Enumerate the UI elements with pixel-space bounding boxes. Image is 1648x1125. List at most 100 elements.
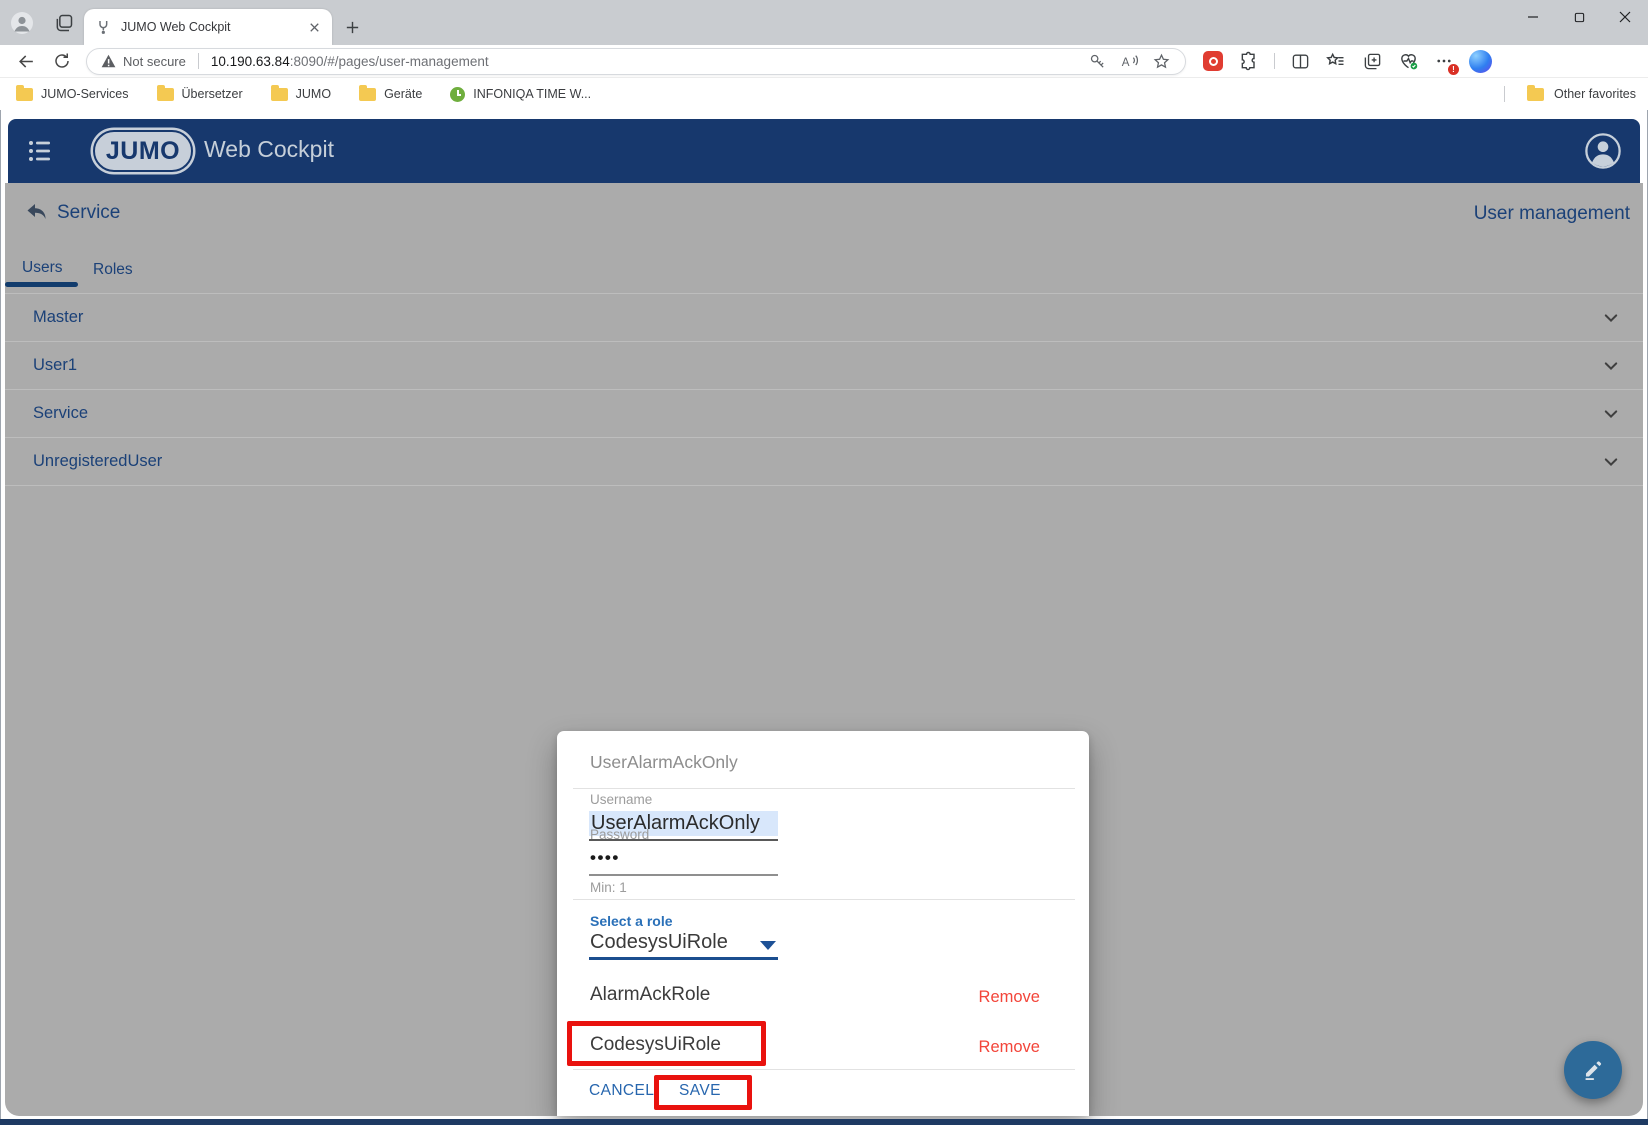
web-page: JUMO Web Cockpit Service User management… <box>5 110 1643 1120</box>
bookmark-label: Geräte <box>384 87 422 101</box>
remove-role-button[interactable]: Remove <box>979 988 1040 1007</box>
annotation-box-save <box>654 1075 752 1110</box>
password-key-icon[interactable] <box>1083 49 1111 73</box>
chevron-down-icon[interactable] <box>1601 405 1621 428</box>
bookmark-folder[interactable]: Übersetzer <box>157 87 243 101</box>
role-select-underline <box>589 957 778 960</box>
chevron-down-icon[interactable] <box>1601 453 1621 476</box>
role-select-label: Select a role <box>590 913 673 929</box>
bookmarks-bar: JUMO-Services Übersetzer JUMO Geräte INF… <box>0 78 1648 110</box>
collections-icon[interactable] <box>1359 48 1385 74</box>
bookmark-label: INFONIQA TIME W... <box>473 87 591 101</box>
bookmark-item[interactable]: INFONIQA TIME W... <box>450 87 591 102</box>
app-header: JUMO Web Cockpit <box>8 119 1640 183</box>
folder-icon <box>157 88 174 101</box>
browser-window: JUMO Web Cockpit Not secure 10.190.63.84… <box>0 0 1648 1125</box>
password-field-underline <box>589 874 778 876</box>
divider <box>573 788 1075 789</box>
divider <box>573 1069 1075 1070</box>
active-tab-indicator <box>5 282 78 287</box>
edit-fab-button[interactable] <box>1564 1041 1622 1099</box>
security-chip[interactable]: Not secure <box>101 54 186 69</box>
split-screen-icon[interactable] <box>1287 48 1313 74</box>
divider <box>1504 86 1505 102</box>
new-tab-button[interactable] <box>332 9 372 45</box>
copilot-icon[interactable] <box>1467 48 1493 74</box>
profile-icon[interactable] <box>0 0 44 45</box>
menu-icon[interactable] <box>28 138 52 169</box>
divider <box>1274 53 1275 69</box>
warning-icon <box>101 54 116 68</box>
security-label: Not secure <box>123 54 186 69</box>
maximize-button[interactable] <box>1556 0 1602 34</box>
app-content: Service User management Users Roles Mast… <box>5 183 1643 1116</box>
user-row-service[interactable]: Service <box>5 390 1643 438</box>
extensions-puzzle-icon[interactable] <box>1236 48 1262 74</box>
other-favorites[interactable]: Other favorites <box>1492 86 1636 102</box>
notification-badge: ! <box>1448 64 1459 75</box>
address-bar[interactable]: Not secure 10.190.63.84:8090/#/pages/use… <box>86 48 1186 75</box>
url-path: :8090/#/pages/user-management <box>290 54 489 69</box>
browser-toolbar: Not secure 10.190.63.84:8090/#/pages/use… <box>0 45 1648 78</box>
tab-roles[interactable]: Roles <box>93 261 133 279</box>
other-favorites-label: Other favorites <box>1554 87 1636 101</box>
adblock-extension-icon[interactable] <box>1200 48 1226 74</box>
user-name: UnregisteredUser <box>33 438 162 485</box>
user-row-user1[interactable]: User1 <box>5 342 1643 390</box>
product-title: Web Cockpit <box>204 136 334 163</box>
pencil-icon <box>1580 1057 1606 1083</box>
remove-role-button[interactable]: Remove <box>979 1038 1040 1057</box>
favorites-list-icon[interactable] <box>1323 48 1349 74</box>
bookmark-label: Übersetzer <box>182 87 243 101</box>
cancel-button[interactable]: CANCEL <box>589 1082 654 1100</box>
bookmark-folder[interactable]: Geräte <box>359 87 422 101</box>
user-name: Master <box>33 294 83 341</box>
dropdown-arrow-icon[interactable] <box>760 941 776 950</box>
back-arrow-icon[interactable] <box>26 203 50 228</box>
favorite-star-icon[interactable] <box>1147 49 1175 73</box>
read-aloud-icon[interactable]: A <box>1115 49 1143 73</box>
divider <box>573 899 1075 900</box>
bookmark-folder[interactable]: JUMO <box>271 87 331 101</box>
user-name: User1 <box>33 342 77 389</box>
bookmark-label: JUMO-Services <box>41 87 129 101</box>
window-bottom-edge <box>0 1119 1648 1125</box>
tab-favicon <box>96 19 112 35</box>
dialog-title: UserAlarmAckOnly <box>590 752 738 773</box>
browser-tab[interactable]: JUMO Web Cockpit <box>84 9 332 45</box>
address-bar-actions: A <box>1083 49 1175 73</box>
workspaces-icon[interactable] <box>44 0 84 45</box>
refresh-button[interactable] <box>44 46 80 76</box>
bookmark-folder[interactable]: JUMO-Services <box>16 87 129 101</box>
users-list: Master User1 Service UnregisteredUser <box>5 293 1643 486</box>
user-row-unregistereduser[interactable]: UnregisteredUser <box>5 438 1643 486</box>
tab-users[interactable]: Users <box>22 259 62 277</box>
folder-icon <box>271 88 288 101</box>
folder-icon <box>1527 88 1544 101</box>
close-window-button[interactable] <box>1602 0 1648 34</box>
user-avatar-icon[interactable] <box>1584 132 1622 175</box>
jumo-logo: JUMO <box>93 130 193 172</box>
settings-more-icon[interactable]: ! <box>1431 48 1457 74</box>
user-row-master[interactable]: Master <box>5 294 1643 342</box>
window-controls <box>1510 0 1648 45</box>
role-select[interactable]: CodesysUiRole <box>590 931 728 954</box>
annotation-box-codesysuirole <box>567 1021 766 1066</box>
url-host: 10.190.63.84 <box>211 54 290 69</box>
chevron-down-icon[interactable] <box>1601 309 1621 332</box>
user-name: Service <box>33 390 88 437</box>
minimize-button[interactable] <box>1510 0 1556 34</box>
svg-text:A: A <box>1121 57 1129 69</box>
chevron-down-icon[interactable] <box>1601 357 1621 380</box>
clock-icon <box>450 87 465 102</box>
page-title: User management <box>1474 203 1630 225</box>
tab-close-icon[interactable] <box>307 20 322 35</box>
password-hint: Min: 1 <box>590 880 627 895</box>
folder-icon <box>16 88 33 101</box>
breadcrumb[interactable]: Service <box>57 202 120 224</box>
divider <box>198 53 199 69</box>
browser-essentials-icon[interactable] <box>1395 48 1421 74</box>
back-button[interactable] <box>8 46 44 76</box>
edit-user-dialog: UserAlarmAckOnly Username UserAlarmAckOn… <box>557 731 1089 1116</box>
password-field[interactable]: •••• <box>590 848 620 868</box>
